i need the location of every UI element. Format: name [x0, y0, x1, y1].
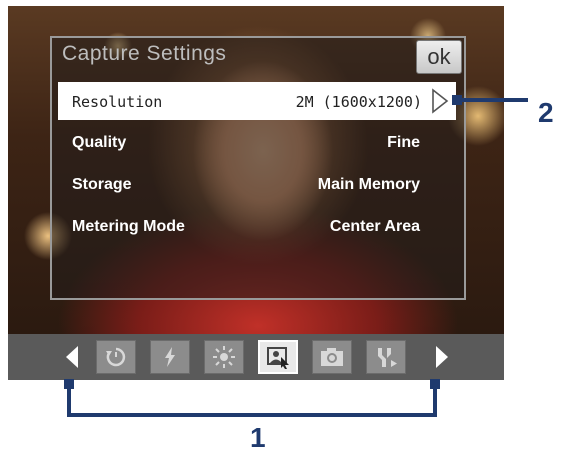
flash-icon	[165, 347, 175, 367]
setting-row-storage[interactable]: Storage Main Memory	[58, 166, 456, 204]
setting-row-metering-mode[interactable]: Metering Mode Center Area	[58, 208, 456, 246]
callout-2-number: 2	[538, 97, 554, 128]
tools-icon	[378, 348, 397, 367]
camera-icon	[321, 348, 343, 366]
setting-value: Main Memory	[317, 176, 420, 193]
callout-1-left-line	[67, 385, 71, 415]
callout-1-bracket	[67, 413, 437, 417]
arrow-right-icon[interactable]	[430, 88, 450, 114]
brightness-icon	[213, 346, 235, 368]
self-timer-button[interactable]	[96, 340, 136, 374]
camera-screen: Capture Settings ok Resolution 2M (1600x…	[8, 6, 504, 380]
flash-button[interactable]	[150, 340, 190, 374]
setting-label: Storage	[72, 176, 132, 193]
callout-1-right-line	[433, 385, 437, 415]
setting-row-resolution[interactable]: Resolution 2M (1600x1200)	[58, 82, 456, 120]
scroll-left-icon[interactable]	[66, 346, 78, 368]
scroll-right-icon[interactable]	[436, 346, 448, 368]
brightness-button[interactable]	[204, 340, 244, 374]
setting-value: Fine	[387, 134, 420, 151]
setting-value: 2M (1600x1200)	[295, 93, 422, 111]
setting-label: Quality	[72, 134, 127, 151]
callout-2-line	[458, 98, 528, 102]
setting-value: Center Area	[329, 218, 420, 235]
callout-1-number: 1	[250, 422, 266, 453]
settings-icon	[267, 347, 289, 369]
setting-label: Resolution	[72, 93, 163, 111]
advanced-tools-button[interactable]	[366, 340, 406, 374]
capture-settings-panel: Capture Settings ok Resolution 2M (1600x…	[50, 36, 466, 300]
camera-toolbar	[8, 334, 504, 380]
setting-label: Metering Mode	[72, 218, 185, 235]
settings-button[interactable]	[258, 340, 298, 374]
self-timer-icon	[106, 347, 126, 367]
panel-title: Capture Settings	[62, 42, 227, 65]
capture-mode-button[interactable]	[312, 340, 352, 374]
ok-button[interactable]: ok	[416, 40, 462, 74]
setting-row-quality[interactable]: Quality Fine	[58, 124, 456, 162]
